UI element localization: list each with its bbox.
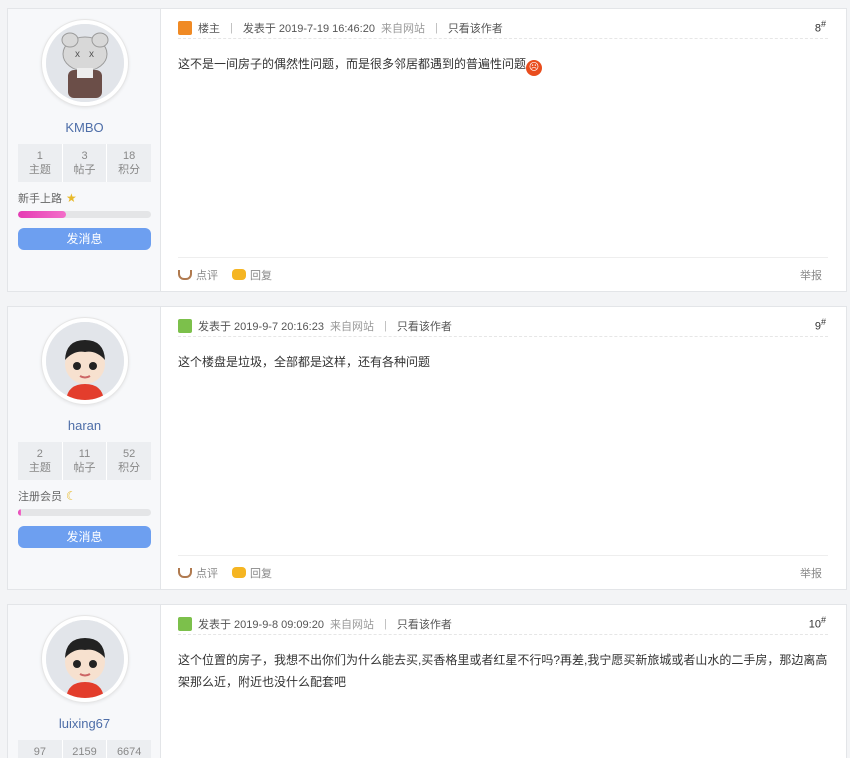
angry-emoji-icon: ☹: [526, 60, 543, 76]
user-rank: 新手上路 ★: [18, 190, 77, 206]
svg-text:x: x: [75, 49, 80, 60]
owner-icon: [178, 20, 192, 35]
post-floor-9: haran 2 主题 11 帖子 52 积分 注册会员 ☾ 发消息 发表于 2019-…: [7, 306, 847, 590]
floor-number[interactable]: 9#: [815, 317, 826, 333]
user-stats: 97 2159 6674: [18, 740, 151, 758]
report-button[interactable]: 举报: [800, 267, 822, 283]
star-icon: ★: [66, 191, 77, 205]
stat-posts[interactable]: 3 帖子: [63, 144, 108, 182]
username[interactable]: luixing67: [8, 716, 161, 731]
post-main: 楼主 | 发表于 2019-7-19 16:46:20 来自网站 | 只看该作者…: [178, 9, 828, 291]
rank-progress: [18, 509, 151, 516]
stat-threads[interactable]: 97: [18, 740, 63, 758]
avatar[interactable]: x x: [41, 19, 129, 107]
only-author-link[interactable]: 只看该作者: [397, 318, 452, 334]
post-icon: [178, 616, 192, 631]
floor-number[interactable]: 10#: [809, 615, 826, 631]
post-content: 这不是一间房子的偶然性问题，而是很多邻居都遇到的普遍性问题 ☹: [178, 53, 828, 76]
owner-label: 楼主: [198, 22, 220, 35]
report-button[interactable]: 举报: [800, 565, 822, 581]
post-actions: 点评 回复 举报: [178, 555, 828, 589]
rank-progress-fill: [18, 211, 66, 218]
author-sidebar: x x KMBO 1 主题 3 帖子 18 积分 新手上路 ★ 发消息: [8, 9, 161, 291]
stat-points[interactable]: 6674: [107, 740, 151, 758]
send-message-button[interactable]: 发消息: [18, 228, 151, 250]
post-content: 这个楼盘是垃圾，全部都是这样，还有各种问题: [178, 355, 431, 369]
post-actions: 点评 回复 举报: [178, 257, 828, 291]
post-floor-8: x x KMBO 1 主题 3 帖子 18 积分 新手上路 ★ 发消息 楼主 | 发表…: [7, 8, 847, 292]
stat-points[interactable]: 18 积分: [107, 144, 151, 182]
post-source: 来自网站: [380, 22, 425, 35]
floor-number[interactable]: 8#: [815, 19, 826, 35]
stat-threads[interactable]: 1 主题: [18, 144, 63, 182]
only-author-link[interactable]: 只看该作者: [397, 616, 452, 632]
post-icon: [178, 318, 192, 333]
user-stats: 1 主题 3 帖子 18 积分: [18, 144, 151, 182]
reply-button[interactable]: 回复: [232, 565, 272, 581]
avatar[interactable]: [41, 615, 129, 703]
post-time: 发表于 2019-9-8 09:09:20: [198, 618, 324, 631]
review-button[interactable]: 点评: [178, 267, 218, 283]
user-stats: 2 主题 11 帖子 52 积分: [18, 442, 151, 480]
rank-label[interactable]: 新手上路: [18, 190, 62, 206]
rank-progress-fill: [18, 509, 21, 516]
chat-icon: [232, 567, 246, 578]
post-time: 发表于 2019-7-19 16:46:20: [242, 22, 375, 35]
username[interactable]: KMBO: [8, 120, 161, 135]
review-button[interactable]: 点评: [178, 565, 218, 581]
only-author-link[interactable]: 只看该作者: [448, 20, 503, 36]
stat-threads[interactable]: 2 主题: [18, 442, 63, 480]
moon-icon: ☾: [66, 489, 77, 503]
divider: |: [230, 21, 233, 34]
svg-text:x: x: [89, 49, 94, 60]
rank-progress: [18, 211, 151, 218]
chat-icon: [232, 269, 246, 280]
cup-icon: [178, 567, 192, 578]
reply-button[interactable]: 回复: [232, 267, 272, 283]
divider: |: [383, 617, 387, 630]
stat-points[interactable]: 52 积分: [107, 442, 151, 480]
post-source: 来自网站: [329, 320, 374, 333]
post-meta: 发表于 2019-9-7 20:16:23 来自网站 | 只看该作者 9#: [178, 315, 828, 337]
cup-icon: [178, 269, 192, 280]
post-meta: 楼主 | 发表于 2019-7-19 16:46:20 来自网站 | 只看该作者…: [178, 17, 828, 39]
stat-posts[interactable]: 11 帖子: [63, 442, 108, 480]
username[interactable]: haran: [8, 418, 161, 433]
user-rank: 注册会员 ☾: [18, 488, 77, 504]
post-meta: 发表于 2019-9-8 09:09:20 来自网站 | 只看该作者 10#: [178, 613, 828, 635]
post-main: 发表于 2019-9-7 20:16:23 来自网站 | 只看该作者 9# 这个…: [178, 307, 828, 589]
stat-posts[interactable]: 2159: [63, 740, 108, 758]
post-main: 发表于 2019-9-8 09:09:20 来自网站 | 只看该作者 10# 这…: [178, 605, 828, 758]
avatar[interactable]: [41, 317, 129, 405]
send-message-button[interactable]: 发消息: [18, 526, 151, 548]
author-sidebar: haran 2 主题 11 帖子 52 积分 注册会员 ☾ 发消息: [8, 307, 161, 589]
author-sidebar: luixing67 97 2159 6674: [8, 605, 161, 758]
post-time: 发表于 2019-9-7 20:16:23: [198, 320, 324, 333]
post-floor-10: luixing67 97 2159 6674 发表于 2019-9-8 09:0…: [7, 604, 847, 758]
divider: |: [434, 21, 438, 34]
post-content: 这个位置的房子，我想不出你们为什么能去买,买香格里或者红星不行吗?再差,我宁愿买…: [178, 653, 828, 689]
divider: |: [383, 319, 387, 332]
rank-label[interactable]: 注册会员: [18, 488, 62, 504]
post-source: 来自网站: [329, 618, 374, 631]
